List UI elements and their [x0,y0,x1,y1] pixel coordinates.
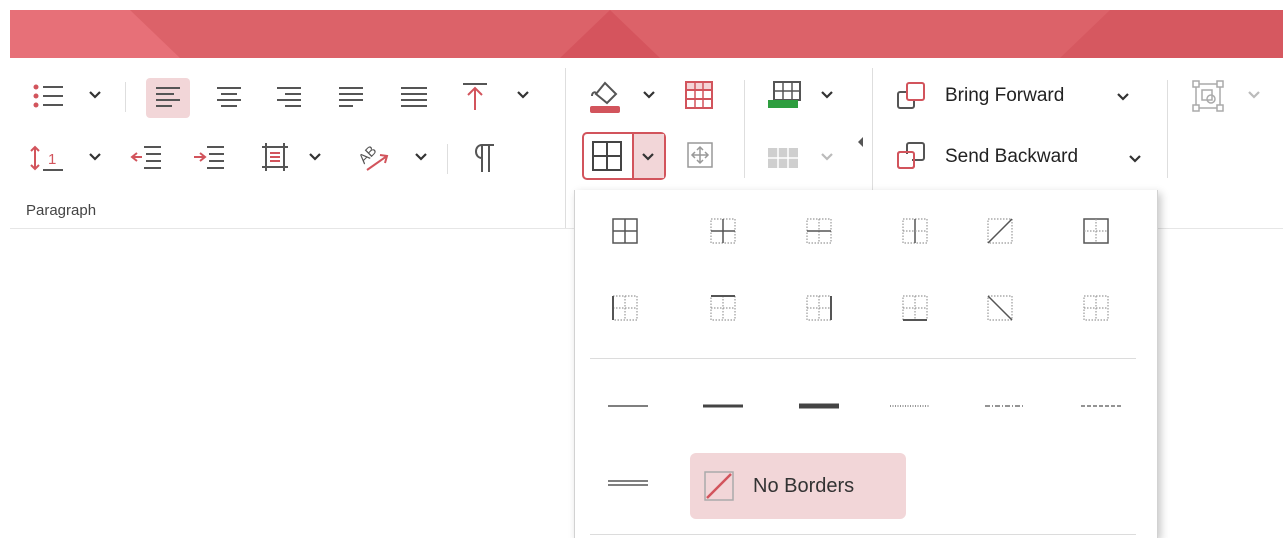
group-label-paragraph: Paragraph [26,202,97,219]
chevron-down-icon[interactable] [516,90,530,100]
chevron-down-icon[interactable] [1116,92,1130,102]
right-border-icon[interactable] [806,295,832,321]
text-direction-icon[interactable]: AB [355,142,391,174]
send-backward-label[interactable]: Send Backward [945,146,1078,168]
no-border-preset-icon[interactable] [1083,295,1109,321]
window-margin-left [0,0,10,538]
table-header-icon[interactable] [684,80,714,110]
text-box-icon[interactable] [260,141,290,173]
separator [447,144,448,174]
inside-horizontal-border-icon[interactable] [806,218,832,244]
line-style-thin-icon[interactable] [608,402,648,410]
chevron-down-icon[interactable] [88,90,102,100]
window-margin-top [0,0,1283,10]
chevron-down-icon [642,153,654,161]
insert-table-icon[interactable] [766,80,802,110]
title-bar-decoration [10,10,1283,58]
line-style-dashed-icon[interactable] [1081,402,1121,410]
top-border-icon[interactable] [710,295,736,321]
no-borders-icon [704,471,734,501]
separator [744,80,745,178]
group-separator [565,68,566,228]
chevron-down-icon[interactable] [308,152,322,162]
increase-indent-icon[interactable] [193,144,225,170]
no-borders-button[interactable]: No Borders [690,453,906,519]
distributed-icon[interactable] [400,86,428,110]
chevron-down-icon [821,153,833,161]
separator [1167,80,1168,178]
line-style-double-icon[interactable] [608,478,648,488]
line-spacing-icon[interactable]: 1 [30,144,64,172]
align-top-icon[interactable] [462,82,488,112]
menu-divider [590,358,1136,359]
inside-vertical-border-icon[interactable] [902,218,928,244]
no-borders-label: No Borders [753,475,855,497]
line-style-thick-icon[interactable] [799,402,839,410]
move-table-icon[interactable] [686,140,714,170]
table-style-icon[interactable] [766,144,802,172]
menu-divider [590,534,1136,535]
bottom-border-icon[interactable] [902,295,928,321]
diagonal-down-border-icon[interactable] [987,295,1013,321]
bring-forward-label[interactable]: Bring Forward [945,85,1064,107]
chevron-down-icon[interactable] [414,152,428,162]
separator [125,82,126,112]
inside-borders-icon[interactable] [710,218,736,244]
align-center-icon[interactable] [216,86,242,110]
bring-forward-icon[interactable] [896,80,928,112]
align-right-icon[interactable] [276,86,302,110]
diagonal-up-border-icon[interactable] [987,218,1013,244]
borders-icon[interactable] [591,140,623,172]
borders-dropdown-menu: No Borders [574,190,1158,538]
shading-icon[interactable] [588,78,622,114]
justify-icon[interactable] [338,86,364,110]
bullet-list-icon[interactable] [30,82,64,110]
line-style-medium-icon[interactable] [703,402,743,410]
align-left-icon [156,87,180,107]
chevron-down-icon[interactable] [1128,154,1142,164]
chevron-down-icon[interactable] [642,90,656,100]
pilcrow-icon[interactable] [470,142,496,174]
outside-borders-icon[interactable] [1083,218,1109,244]
left-border-icon[interactable] [612,295,638,321]
line-style-dash-dot-icon[interactable] [985,402,1025,410]
arrange-icon[interactable] [1192,80,1226,112]
all-borders-icon[interactable] [612,218,638,244]
title-bar [10,10,1283,58]
send-backward-icon[interactable] [896,140,928,172]
ribbon-scroll-left-icon[interactable] [857,136,865,148]
chevron-down-icon[interactable] [820,90,834,100]
svg-text:1: 1 [48,151,56,168]
line-style-dotted-icon[interactable] [890,402,930,410]
chevron-down-icon [1248,91,1260,99]
decrease-indent-icon[interactable] [130,144,162,170]
chevron-down-icon[interactable] [88,152,102,162]
